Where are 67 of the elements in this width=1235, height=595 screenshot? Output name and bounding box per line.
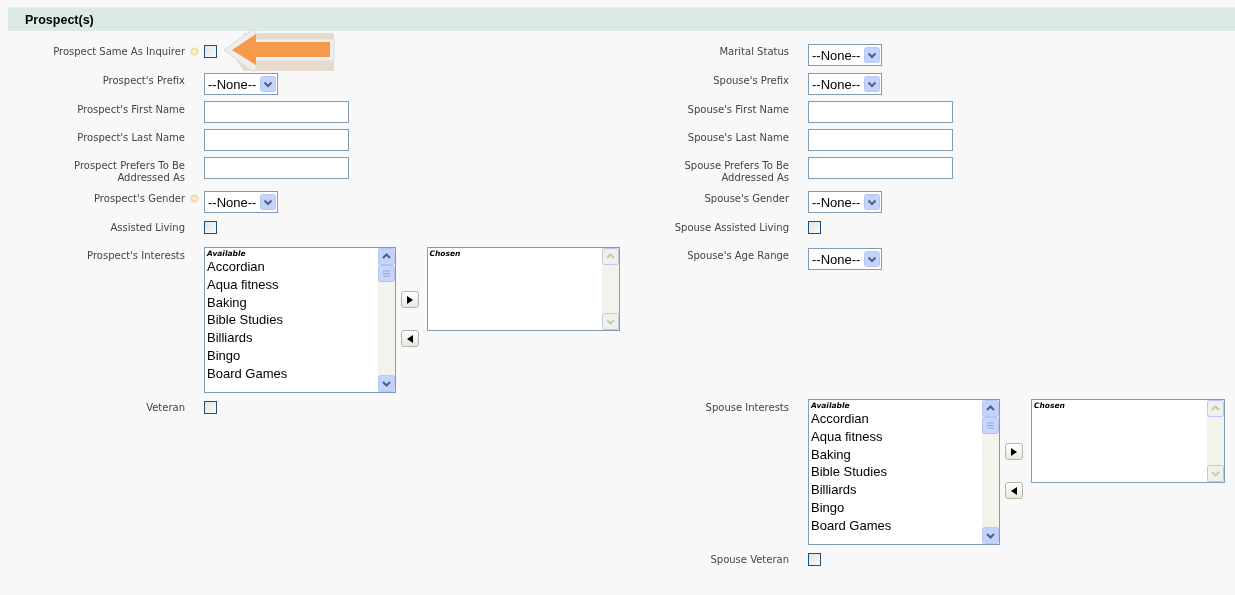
text-field[interactable] [808, 101, 953, 123]
checkbox[interactable] [808, 553, 821, 566]
list-option[interactable]: Board Games [811, 516, 980, 535]
list-option[interactable]: Board Games [207, 364, 376, 383]
field-label: Spouse Prefers To Be Addressed As [683, 160, 789, 184]
field-label: Marital Status [719, 46, 789, 58]
text-field[interactable] [204, 157, 349, 179]
list-option[interactable]: Bible Studies [811, 463, 980, 482]
scroll-up-icon[interactable] [982, 400, 999, 417]
list-option[interactable]: Billiards [811, 481, 980, 499]
field-label: Prospect Prefers To Be Addressed As [73, 160, 185, 184]
text-field[interactable] [204, 101, 349, 123]
checkbox[interactable] [808, 221, 821, 234]
select-field[interactable]: --None-- [204, 73, 279, 95]
list-option[interactable]: Baking [207, 293, 376, 312]
list-option[interactable]: Bingo [207, 347, 376, 365]
list-option[interactable]: Billiards [207, 329, 376, 347]
select-field[interactable]: --None-- [808, 248, 883, 270]
remove-button[interactable] [400, 330, 419, 347]
add-button[interactable] [1005, 443, 1023, 460]
checkbox[interactable] [204, 221, 217, 234]
field-label: Prospect's Interests [87, 250, 185, 262]
field-label: Prospect's Gender [94, 193, 185, 205]
list-option[interactable]: Bible Studies [207, 311, 376, 330]
select-field[interactable]: --None-- [808, 44, 883, 66]
remove-button[interactable] [1005, 482, 1023, 499]
field-label: Spouse's Last Name [687, 132, 789, 144]
select-field[interactable]: --None-- [204, 191, 279, 213]
list-option[interactable]: Accordian [811, 410, 980, 428]
field-label: Veteran [146, 402, 185, 414]
scrollbar[interactable] [377, 248, 395, 392]
list-option[interactable]: Accordian [207, 258, 376, 276]
right-triangle-icon [406, 295, 413, 304]
field-label: Prospect's Prefix [102, 75, 185, 87]
field-label: Spouse's Age Range [687, 250, 789, 262]
left-triangle-icon [1011, 486, 1017, 495]
field-label: Spouse Interests [705, 402, 789, 414]
field-label: Spouse Veteran [710, 554, 789, 566]
scroll-down-icon[interactable] [982, 527, 999, 544]
scroll-thumb[interactable] [377, 265, 395, 282]
field-label: Assisted Living [110, 222, 185, 234]
scrollbar[interactable] [982, 400, 999, 544]
select-field[interactable]: --None-- [808, 73, 883, 95]
text-field[interactable] [808, 129, 953, 151]
right-triangle-icon [1011, 447, 1017, 456]
scroll-up-icon[interactable] [377, 248, 395, 265]
list-option[interactable]: Bingo [811, 499, 980, 517]
add-button[interactable] [400, 291, 419, 308]
checkbox[interactable] [204, 45, 217, 58]
field-label: Prospect's Last Name [77, 132, 185, 144]
scroll-down-icon[interactable] [377, 375, 395, 392]
list-option[interactable]: Baking [811, 445, 980, 464]
checkbox[interactable] [204, 401, 217, 414]
scroll-thumb[interactable] [982, 417, 999, 434]
field-label: Spouse Assisted Living [674, 222, 789, 234]
left-triangle-icon [406, 334, 413, 343]
field-label: Prospect's First Name [77, 104, 185, 116]
field-label: Prospect Same As Inquirer [53, 46, 185, 58]
list-option[interactable]: Aqua fitness [207, 275, 376, 294]
field-label: Spouse's Prefix [713, 75, 789, 87]
list-option[interactable]: Aqua fitness [811, 427, 980, 446]
section-title: Prospect(s) [25, 12, 94, 27]
field-label: Spouse's First Name [687, 104, 789, 116]
text-field[interactable] [204, 129, 349, 151]
field-label: Spouse's Gender [704, 193, 789, 205]
text-field[interactable] [808, 157, 953, 179]
select-field[interactable]: --None-- [808, 191, 883, 213]
